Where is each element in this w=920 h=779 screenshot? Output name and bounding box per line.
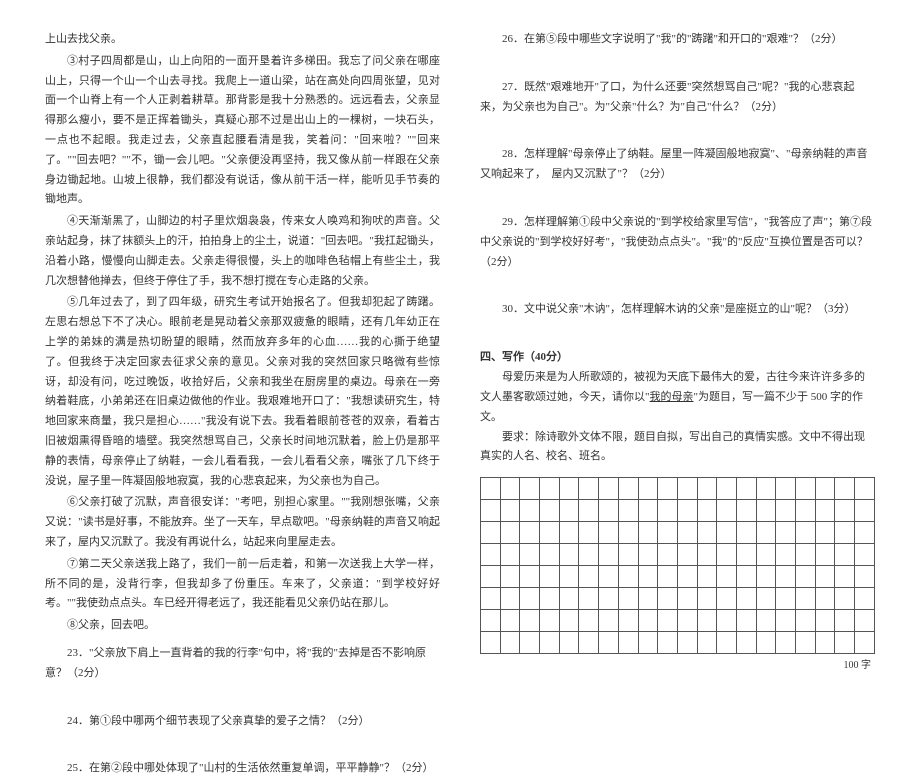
grid-row [481,632,875,654]
grid-count-label: 100 字 [480,656,875,671]
passage-p3: ③村子四周都是山，山上向阳的一面开垦着许多梯田。我忘了问父亲在哪座山上，只得一个… [45,52,440,210]
question-27: 27．既然"艰难地开"了口，为什么还要"突然想骂自己"呢？"我的心悲哀起来，为父… [480,78,875,118]
question-30: 30．文中说父亲"木讷"，怎样理解木讷的父亲"是座挺立的山"呢？（3分） [480,300,875,320]
passage-p7: ⑦第二天父亲送我上路了，我们一前一后走着，和第一次送我上大学一样，所不同的是，没… [45,555,440,614]
essay-topic: 我的母亲 [650,391,694,403]
left-column: 上山去找父亲。 ③村子四周都是山，山上向阳的一面开垦着许多梯田。我忘了问父亲在哪… [45,30,440,628]
grid-row [481,500,875,522]
question-25: 25．在第②段中哪处体现了"山村的生活依然重复单调，平平静静"？（2分） [45,759,440,779]
grid-row [481,544,875,566]
grid-row [481,478,875,500]
question-26: 26．在第⑤段中哪些文字说明了"我"的"踌躇"和开口的"艰难"？（2分） [480,30,875,50]
grid-row [481,610,875,632]
passage-p8: ⑧父亲，回去吧。 [45,616,440,636]
right-column: 26．在第⑤段中哪些文字说明了"我"的"踌躇"和开口的"艰难"？（2分） 27．… [480,30,875,628]
grid-row [481,522,875,544]
essay-grid [480,477,875,654]
passage-p5: ⑤几年过去了，到了四年级，研究生考试开始报名了。但我却犯起了踌躇。左思右想总下不… [45,293,440,491]
question-23: 23．"父亲放下肩上一直背着的我的行李"句中，将"我的"去掉是否不影响原意？（2… [45,644,440,684]
question-24: 24．第①段中哪两个细节表现了父亲真挚的爱子之情？（2分） [45,712,440,732]
question-29: 29．怎样理解第①段中父亲说的"到学校给家里写信"，"我答应了声"；第⑦段中父亲… [480,213,875,272]
passage-title-line: 上山去找父亲。 [45,30,440,50]
essay-prompt-line1: 母爱历来是为人所歌颂的，被视为天底下最伟大的爱，古往今来许许多多的文人墨客歌颂过… [480,368,875,427]
passage-p4: ④天渐渐黑了，山脚边的村子里炊烟袅袅，传来女人唤鸡和狗吠的声音。父亲站起身，抹了… [45,212,440,291]
grid-row [481,566,875,588]
section-4-heading: 四、写作（40分） [480,348,875,364]
question-28: 28．怎样理解"母亲停止了纳鞋。屋里一阵凝固般地寂寞"、"母亲纳鞋的声音又响起来… [480,145,875,185]
essay-grid-container: 100 字 [480,477,875,671]
passage-p6: ⑥父亲打破了沉默，声音很安详："考吧，别担心家里。""我刚想张嘴，父亲又说："读… [45,493,440,552]
grid-row [481,588,875,610]
essay-prompt-line2: 要求：除诗歌外文体不限，题目自拟，写出自己的真情实感。文中不得出现真实的人名、校… [480,428,875,468]
